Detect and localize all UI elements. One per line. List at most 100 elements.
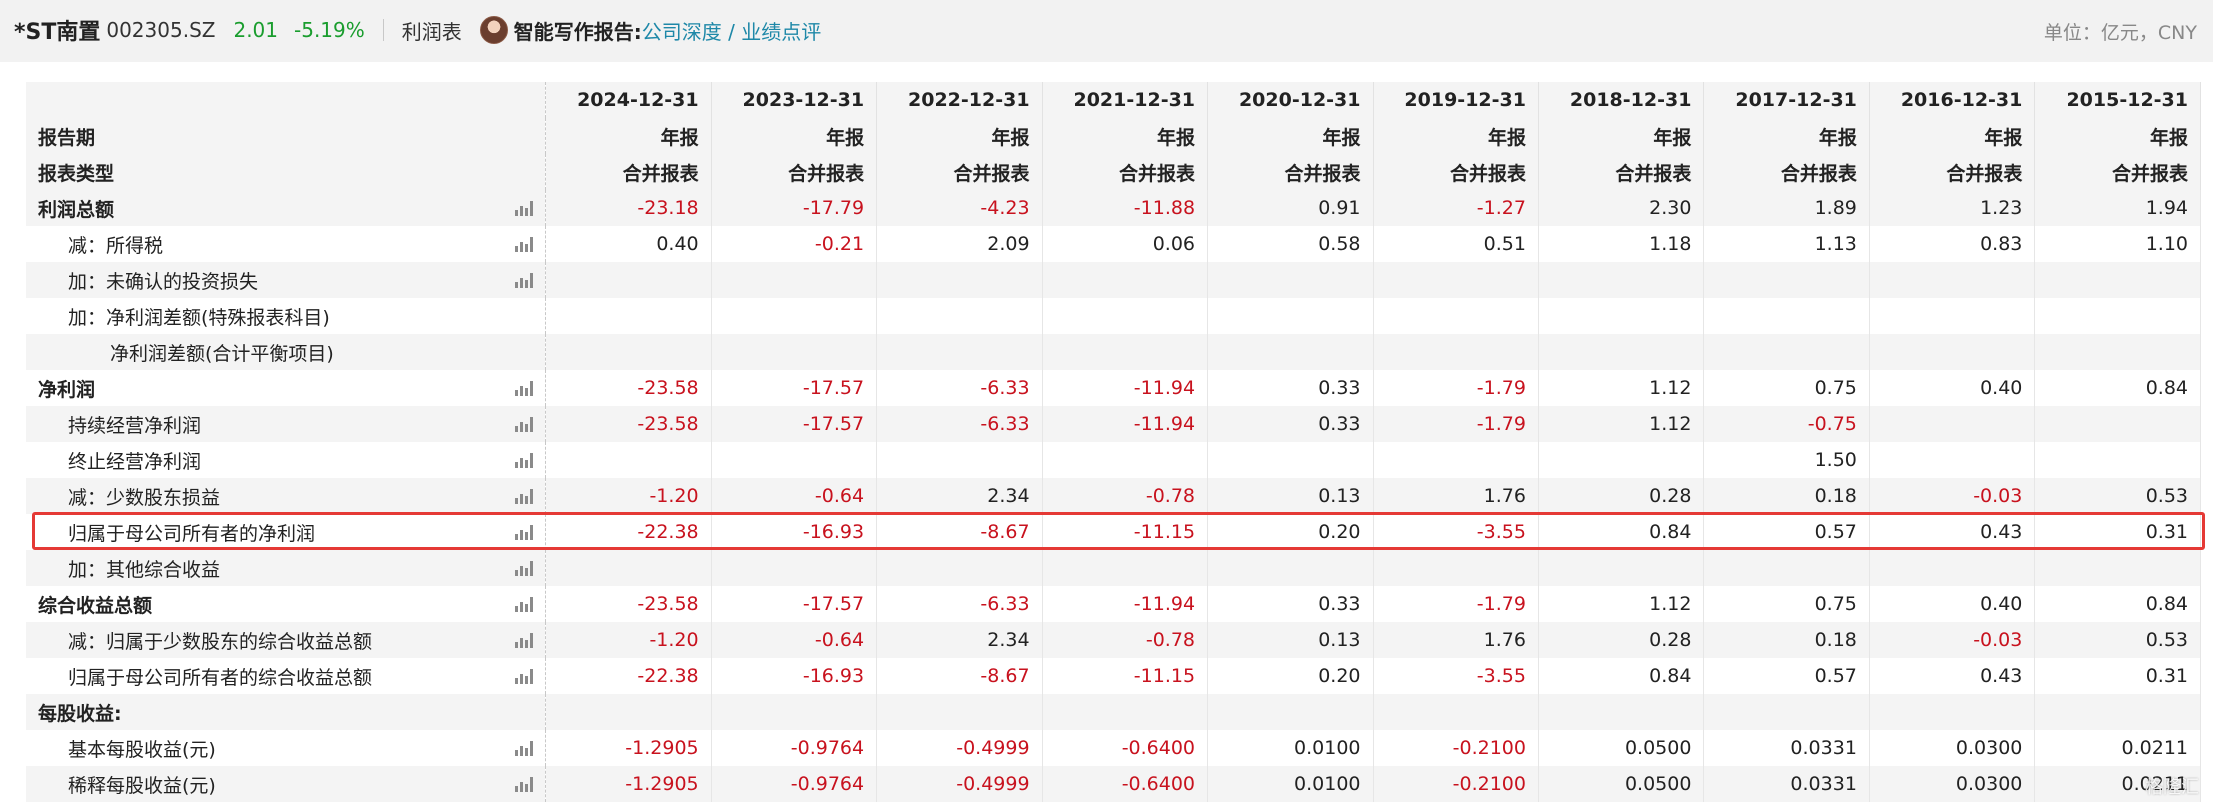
value-cell <box>1207 334 1374 370</box>
period-date[interactable]: 2021-12-31 <box>1042 82 1209 118</box>
bar-chart-icon[interactable] <box>515 237 534 252</box>
period-type: 年报 <box>1207 118 1374 154</box>
period-date[interactable]: 2016-12-31 <box>1869 82 2036 118</box>
row-label-cell: 每股收益: <box>26 694 547 730</box>
value-cell: -3.55 <box>1373 514 1539 550</box>
value-cell <box>711 694 878 730</box>
value-cell: -0.6400 <box>1042 730 1209 766</box>
value-cell <box>2034 334 2201 370</box>
table-row: 加：其他综合收益 <box>26 550 2201 586</box>
value-cell: 1.12 <box>1538 370 1705 406</box>
value-cell <box>545 262 712 298</box>
row-label: 综合收益总额 <box>38 594 153 617</box>
value-cell: -0.75 <box>1703 406 1870 442</box>
table-row: 加：未确认的投资损失 <box>26 262 2201 298</box>
value-cell <box>1538 550 1705 586</box>
ai-report-link[interactable]: 公司深度 / 业绩点评 <box>642 16 821 45</box>
row-label-cell: 基本每股收益(元) <box>26 730 547 766</box>
value-cell <box>876 298 1043 334</box>
value-cell <box>1207 262 1374 298</box>
value-cell <box>2034 262 2201 298</box>
row-label-cell: 加：未确认的投资损失 <box>26 262 547 298</box>
bar-chart-icon[interactable] <box>515 561 534 576</box>
value-cell: 1.76 <box>1373 478 1539 514</box>
value-cell <box>1538 262 1705 298</box>
bar-chart-icon[interactable] <box>515 273 534 288</box>
value-cell: -8.67 <box>876 514 1043 550</box>
header-label-type: 报表类型 <box>26 154 547 190</box>
value-cell: -11.88 <box>1042 190 1209 226</box>
value-cell: -6.33 <box>876 406 1043 442</box>
bar-chart-icon[interactable] <box>515 741 534 756</box>
period-date[interactable]: 2024-12-31 <box>545 82 712 118</box>
value-cell <box>1703 550 1870 586</box>
period-date[interactable]: 2017-12-31 <box>1703 82 1870 118</box>
bar-chart-icon[interactable] <box>515 777 534 792</box>
value-cell: -1.2905 <box>545 766 712 802</box>
value-cell: 0.18 <box>1703 622 1870 658</box>
value-cell: 0.84 <box>2034 370 2201 406</box>
watermark: 格隆汇 <box>2145 777 2199 798</box>
bar-chart-icon[interactable] <box>515 489 534 504</box>
row-label-cell: 减：所得税 <box>26 226 547 262</box>
period-date[interactable]: 2018-12-31 <box>1538 82 1705 118</box>
bar-chart-icon[interactable] <box>515 633 534 648</box>
bar-chart-icon[interactable] <box>515 381 534 396</box>
value-cell: 0.31 <box>2034 658 2201 694</box>
value-cell <box>876 262 1043 298</box>
value-cell <box>1538 298 1705 334</box>
value-cell: 0.0331 <box>1703 766 1870 802</box>
bar-chart-icon[interactable] <box>515 525 534 540</box>
value-cell <box>1207 298 1374 334</box>
value-cell: 0.13 <box>1207 478 1374 514</box>
period-date[interactable]: 2023-12-31 <box>711 82 878 118</box>
row-label-cell: 净利润 <box>26 370 547 406</box>
period-date[interactable]: 2019-12-31 <box>1373 82 1539 118</box>
bar-chart-icon[interactable] <box>515 201 534 216</box>
value-cell: 0.0500 <box>1538 766 1705 802</box>
period-date[interactable]: 2015-12-31 <box>2034 82 2201 118</box>
row-label-cell: 加：净利润差额(特殊报表科目) <box>26 298 547 334</box>
value-cell <box>876 694 1043 730</box>
value-cell: -23.18 <box>545 190 712 226</box>
bar-chart-icon[interactable] <box>515 669 534 684</box>
value-cell <box>1703 262 1870 298</box>
unit-label: 单位：亿元，CNY <box>2043 22 2197 44</box>
value-cell: 1.12 <box>1538 586 1705 622</box>
value-cell: -1.79 <box>1373 370 1539 406</box>
value-cell: 0.31 <box>2034 514 2201 550</box>
value-cell <box>876 442 1043 478</box>
value-cell: 0.84 <box>1538 514 1705 550</box>
value-cell: -0.03 <box>1869 478 2036 514</box>
value-cell: 1.50 <box>1703 442 1870 478</box>
value-cell: 0.33 <box>1207 406 1374 442</box>
period-date[interactable]: 2022-12-31 <box>876 82 1043 118</box>
value-cell <box>1373 298 1539 334</box>
value-cell: -1.20 <box>545 622 712 658</box>
value-cell: -1.79 <box>1373 586 1539 622</box>
value-cell <box>711 442 878 478</box>
value-cell: -23.58 <box>545 406 712 442</box>
value-cell: -0.21 <box>711 226 878 262</box>
header-label-period: 报告期 <box>26 118 547 154</box>
value-cell <box>711 262 878 298</box>
value-cell: -8.67 <box>876 658 1043 694</box>
table-row: 减：归属于少数股东的综合收益总额 -1.20 -0.64 2.34 -0.78 0.13 1… <box>26 622 2201 658</box>
stock-name[interactable]: *ST南置 <box>14 14 100 46</box>
period-date[interactable]: 2020-12-31 <box>1207 82 1374 118</box>
value-cell <box>1207 442 1374 478</box>
value-cell <box>1869 334 2036 370</box>
bar-chart-icon[interactable] <box>515 417 534 432</box>
value-cell: 1.89 <box>1703 190 1870 226</box>
ai-avatar-icon <box>479 16 508 44</box>
value-cell <box>2034 694 2201 730</box>
value-cell <box>1538 694 1705 730</box>
value-cell <box>1538 442 1705 478</box>
row-label: 稀释每股收益(元) <box>68 774 216 797</box>
value-cell: -0.78 <box>1042 622 1209 658</box>
value-cell <box>1373 550 1539 586</box>
value-cell <box>876 334 1043 370</box>
period-type: 年报 <box>1042 118 1209 154</box>
bar-chart-icon[interactable] <box>515 453 534 468</box>
bar-chart-icon[interactable] <box>515 597 534 612</box>
